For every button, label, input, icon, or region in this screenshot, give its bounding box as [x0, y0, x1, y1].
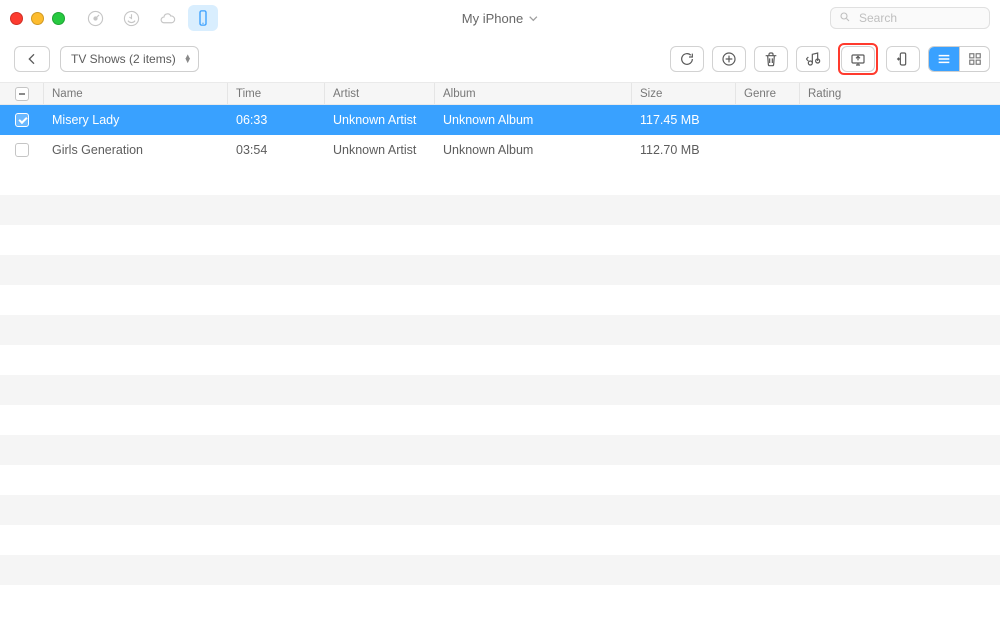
empty-row: [0, 195, 1000, 225]
back-button[interactable]: [14, 46, 50, 72]
cell-genre: [736, 105, 800, 135]
column-header-size[interactable]: Size: [632, 83, 736, 104]
export-to-computer-button[interactable]: [841, 46, 875, 72]
row-checkbox-cell[interactable]: [0, 105, 44, 135]
column-header-name[interactable]: Name: [44, 83, 228, 104]
category-selector-label: TV Shows (2 items): [71, 52, 176, 66]
source-tab-itunes[interactable]: [80, 5, 110, 31]
search-icon: [839, 11, 851, 26]
checkbox-checked-icon[interactable]: [15, 113, 29, 127]
row-checkbox-cell[interactable]: [0, 135, 44, 165]
cell-time: 03:54: [228, 135, 325, 165]
view-list-button[interactable]: [929, 47, 959, 71]
empty-row: [0, 405, 1000, 435]
cell-size: 112.70 MB: [632, 135, 736, 165]
view-grid-button[interactable]: [959, 47, 989, 71]
column-header-genre[interactable]: Genre: [736, 83, 800, 104]
cell-artist: Unknown Artist: [325, 105, 435, 135]
source-tabs: [80, 5, 218, 31]
column-header-time[interactable]: Time: [228, 83, 325, 104]
device-title-label: My iPhone: [462, 11, 523, 26]
empty-row: [0, 435, 1000, 465]
empty-row: [0, 525, 1000, 555]
checkbox-indeterminate-icon[interactable]: [15, 87, 29, 101]
source-tab-icloud[interactable]: [152, 5, 182, 31]
source-tab-backup[interactable]: [116, 5, 146, 31]
empty-row: [0, 495, 1000, 525]
refresh-button[interactable]: [670, 46, 704, 72]
cell-rating: [800, 105, 1000, 135]
category-selector[interactable]: TV Shows (2 items) ▲▼: [60, 46, 199, 72]
delete-button[interactable]: [754, 46, 788, 72]
cell-time: 06:33: [228, 105, 325, 135]
empty-row: [0, 375, 1000, 405]
empty-row: [0, 555, 1000, 585]
cell-album: Unknown Album: [435, 105, 632, 135]
table-header: Name Time Artist Album Size Genre Rating: [0, 82, 1000, 105]
empty-row: [0, 225, 1000, 255]
to-device-button[interactable]: [886, 46, 920, 72]
cell-artist: Unknown Artist: [325, 135, 435, 165]
search-field[interactable]: [830, 7, 990, 29]
cell-size: 117.45 MB: [632, 105, 736, 135]
cell-name: Girls Generation: [44, 135, 228, 165]
toolbar: TV Shows (2 items) ▲▼: [0, 36, 1000, 82]
chevron-down-icon: [529, 11, 538, 26]
updown-icon: ▲▼: [184, 55, 192, 63]
export-to-computer-highlight: [838, 43, 878, 75]
table-row[interactable]: Girls Generation03:54Unknown ArtistUnkno…: [0, 135, 1000, 165]
add-button[interactable]: [712, 46, 746, 72]
to-itunes-button[interactable]: [796, 46, 830, 72]
empty-row: [0, 285, 1000, 315]
minimize-icon[interactable]: [31, 12, 44, 25]
zoom-icon[interactable]: [52, 12, 65, 25]
empty-row: [0, 165, 1000, 195]
empty-row: [0, 255, 1000, 285]
column-header-artist[interactable]: Artist: [325, 83, 435, 104]
source-tab-device[interactable]: [188, 5, 218, 31]
cell-album: Unknown Album: [435, 135, 632, 165]
column-header-checkbox[interactable]: [0, 83, 44, 104]
empty-row: [0, 315, 1000, 345]
device-selector[interactable]: My iPhone: [462, 11, 538, 26]
empty-row: [0, 465, 1000, 495]
table-row[interactable]: Misery Lady06:33Unknown ArtistUnknown Al…: [0, 105, 1000, 135]
content-table: Name Time Artist Album Size Genre Rating…: [0, 82, 1000, 615]
empty-row: [0, 345, 1000, 375]
view-toggle: [928, 46, 990, 72]
empty-row: [0, 585, 1000, 615]
column-header-album[interactable]: Album: [435, 83, 632, 104]
checkbox-unchecked-icon[interactable]: [15, 143, 29, 157]
cell-name: Misery Lady: [44, 105, 228, 135]
search-input[interactable]: [857, 10, 981, 26]
cell-rating: [800, 135, 1000, 165]
window-controls: [10, 12, 65, 25]
cell-genre: [736, 135, 800, 165]
close-icon[interactable]: [10, 12, 23, 25]
titlebar: My iPhone: [0, 0, 1000, 36]
column-header-rating[interactable]: Rating: [800, 83, 1000, 104]
